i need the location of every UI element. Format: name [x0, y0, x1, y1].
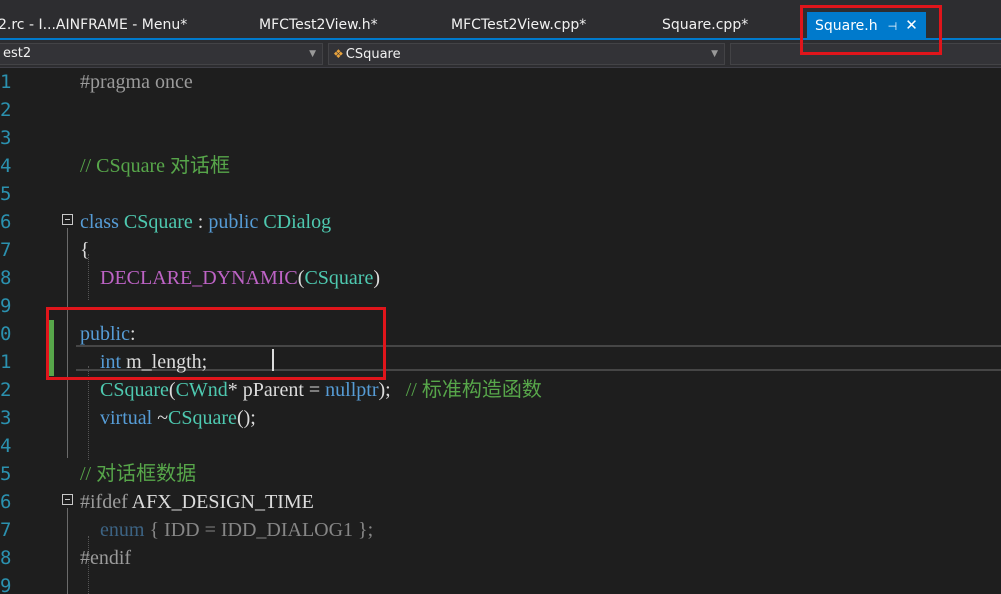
project-dropdown[interactable]: est2 ▼ — [0, 43, 323, 65]
line-number: 7 — [0, 519, 12, 541]
code-line-6: class CSquare : public CDialog — [80, 211, 332, 233]
line-number: 1 — [0, 71, 12, 93]
tab-mfctest2view-h[interactable]: MFCTest2View.h* — [259, 14, 378, 36]
line-number: 3 — [0, 127, 12, 149]
outline-guide — [67, 508, 68, 594]
collapse-toggle-icon[interactable] — [62, 214, 73, 225]
line-number: 4 — [0, 435, 12, 457]
highlight-box-code — [46, 307, 386, 380]
line-number: 7 — [0, 239, 12, 261]
highlight-box-tab — [800, 5, 942, 55]
code-line-8: DECLARE_DYNAMIC(CSquare) — [100, 267, 381, 289]
line-number: 2 — [0, 99, 12, 121]
tab-mfctest2view-cpp[interactable]: MFCTest2View.cpp* — [451, 14, 586, 36]
line-number: 9 — [0, 575, 12, 594]
code-line-4: // CSquare 对话框 — [80, 155, 230, 177]
code-line-1: #pragma once — [80, 71, 193, 93]
line-number: 5 — [0, 183, 12, 205]
line-number: 9 — [0, 295, 12, 317]
class-scope-dropdown[interactable]: ❖ CSquare ▼ — [328, 43, 725, 65]
code-line-7: { — [80, 239, 90, 261]
line-number: 8 — [0, 267, 12, 289]
tab-label: MFCTest2View.h* — [259, 17, 378, 33]
tab-label: Square.cpp* — [662, 17, 749, 33]
chevron-down-icon: ▼ — [309, 49, 316, 59]
line-number: 0 — [0, 323, 12, 345]
class-scope-value: CSquare — [345, 47, 401, 62]
code-line-13: virtual ~CSquare(); — [100, 407, 256, 429]
tab-label: MFCTest2View.cpp* — [451, 17, 587, 33]
line-number: 6 — [0, 491, 12, 513]
collapse-toggle-icon[interactable] — [62, 494, 73, 505]
line-number: 6 — [0, 211, 12, 233]
tab-square-cpp[interactable]: Square.cpp* — [662, 14, 748, 36]
chevron-down-icon: ▼ — [711, 49, 718, 59]
tab-label: 2.rc - I...AINFRAME - Menu* — [0, 17, 188, 33]
line-number: 8 — [0, 547, 12, 569]
code-line-16: #ifdef AFX_DESIGN_TIME — [80, 491, 314, 513]
code-line-18: #endif — [80, 547, 132, 569]
line-number: 1 — [0, 351, 12, 373]
tab-menu-rc[interactable]: 2.rc - I...AINFRAME - Menu* — [0, 14, 187, 36]
project-dropdown-value: est2 — [3, 46, 32, 61]
code-line-15: // 对话框数据 — [80, 463, 197, 485]
class-icon: ❖ — [333, 47, 344, 61]
line-number: 5 — [0, 463, 12, 485]
code-line-17: enum { IDD = IDD_DIALOG1 }; — [100, 519, 374, 541]
line-number: 2 — [0, 379, 12, 401]
line-number: 3 — [0, 407, 12, 429]
code-line-12: CSquare(CWnd* pParent = nullptr); // 标准构… — [100, 379, 542, 401]
line-number: 4 — [0, 155, 12, 177]
